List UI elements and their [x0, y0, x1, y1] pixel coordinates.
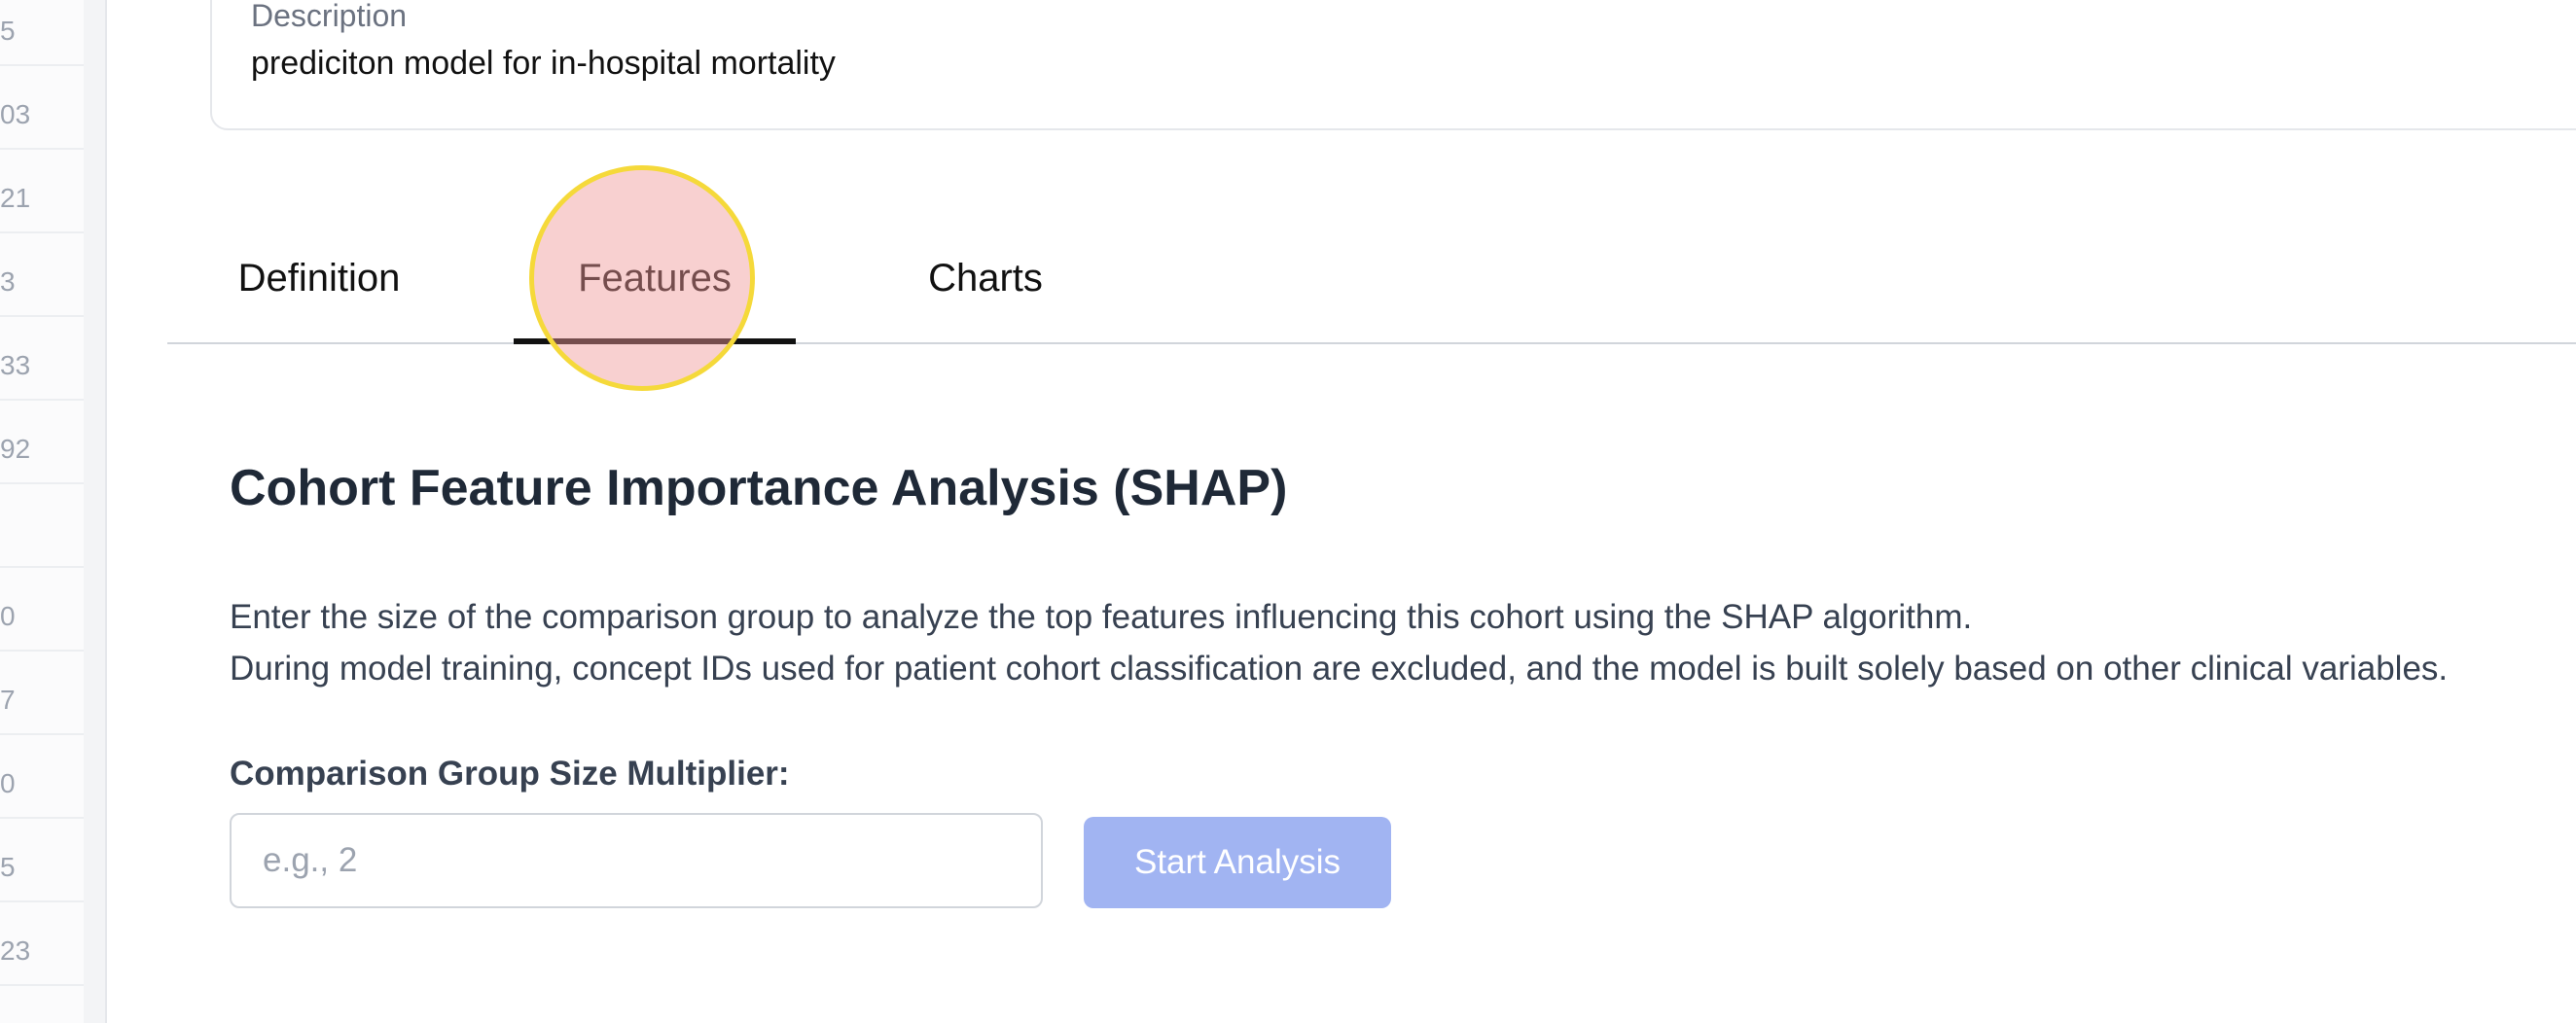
list-item[interactable]: 23	[0, 902, 84, 986]
panel-divider	[84, 0, 107, 1023]
list-item[interactable]: 92	[0, 401, 84, 484]
list-item[interactable]	[0, 484, 84, 568]
active-tab-indicator	[514, 338, 796, 344]
multiplier-input[interactable]	[230, 813, 1043, 908]
app-page: 5 03 21 3 33 92 0 7 0 5 23 Description p…	[0, 0, 2576, 1023]
list-item-text: 7	[0, 685, 16, 715]
list-item-text: 33	[0, 350, 31, 380]
list-item[interactable]: 33	[0, 317, 84, 401]
list-item-text: 03	[0, 99, 31, 129]
list-item[interactable]: 0	[0, 735, 84, 819]
description-label: Description	[251, 0, 408, 33]
list-item[interactable]: 5	[0, 819, 84, 902]
tab-features[interactable]: Features	[514, 214, 796, 342]
list-item-text: 0	[0, 601, 16, 631]
list-item[interactable]: 7	[0, 652, 84, 735]
tab-bar: Definition Features Charts	[167, 214, 2576, 344]
list-item[interactable]: 3	[0, 233, 84, 317]
list-item[interactable]: 03	[0, 66, 84, 150]
description-line-1: Enter the size of the comparison group t…	[230, 598, 1973, 636]
left-list: 5 03 21 3 33 92 0 7 0 5 23	[0, 0, 86, 1023]
list-item-text: 21	[0, 183, 31, 213]
tab-charts[interactable]: Charts	[844, 214, 1127, 342]
list-item[interactable]: 21	[0, 150, 84, 233]
list-item-text: 0	[0, 768, 16, 798]
list-item-text: 5	[0, 852, 16, 882]
description-line-2: During model training, concept IDs used …	[230, 650, 2449, 688]
section-description: Enter the size of the comparison group t…	[230, 591, 2576, 694]
description-value: prediciton model for in-hospital mortali…	[251, 45, 836, 82]
start-analysis-button[interactable]: Start Analysis	[1084, 817, 1391, 908]
list-item-text: 5	[0, 16, 16, 46]
section-title: Cohort Feature Importance Analysis (SHAP…	[230, 460, 1288, 516]
list-item[interactable]: 5	[0, 0, 84, 66]
list-item-text: 92	[0, 434, 31, 464]
tab-definition[interactable]: Definition	[167, 214, 471, 342]
multiplier-field-label: Comparison Group Size Multiplier:	[230, 755, 790, 793]
list-item-text: 23	[0, 935, 31, 966]
list-item[interactable]: 0	[0, 568, 84, 652]
list-item-text: 3	[0, 266, 16, 297]
